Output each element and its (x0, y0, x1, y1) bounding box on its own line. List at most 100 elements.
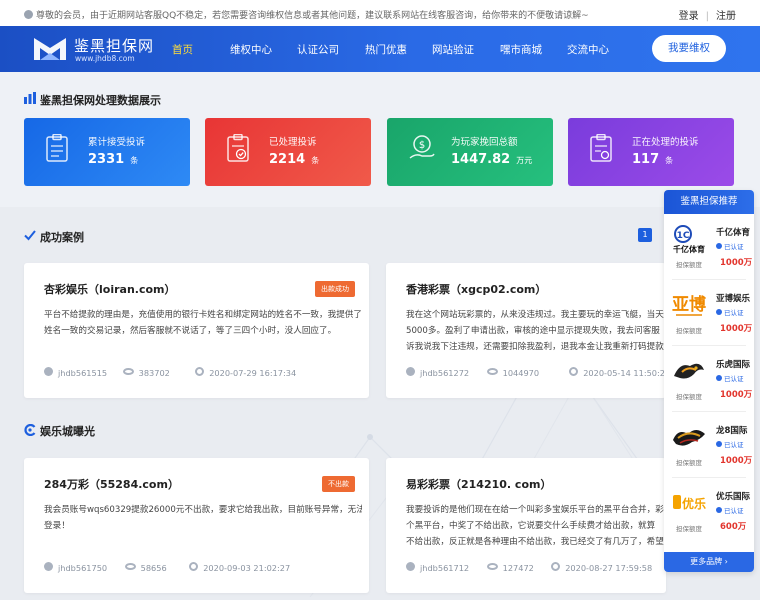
case-user: jhdb561750 (58, 562, 108, 573)
brand-item[interactable]: 乐虎国际 已认证 担保额度 1000万 (664, 346, 754, 412)
case-meta: jhdb561750 58656 2020-09-03 21:02:27 (44, 562, 290, 573)
brand-name: 千亿体育 (716, 228, 751, 238)
file-complaint-button[interactable]: 我要维权 (652, 35, 726, 62)
stat-unit: 条 (665, 156, 674, 165)
deposit-amount: 1000万 (720, 456, 753, 466)
deposit-label: 担保额度 (676, 459, 702, 467)
eye-icon (122, 368, 134, 376)
brand-logo-long8 (673, 430, 705, 446)
case-meta: jhdb561515 383702 2020-07-29 16:17:34 (44, 367, 296, 378)
register-link[interactable]: 注册 (716, 11, 736, 22)
brand-logo-text: 千亿体育 (673, 244, 705, 254)
logo-url: www.jhdb8.com (75, 54, 135, 63)
nav-item-certified-companies[interactable]: 认证公司 (297, 42, 339, 57)
money-hand-icon: $ (409, 135, 435, 159)
case-views: 1044970 (502, 367, 540, 378)
clock-icon (189, 562, 199, 572)
stat-label: 正在处理的投诉 (632, 137, 699, 148)
user-icon (44, 367, 53, 377)
nav-item-community[interactable]: 交流中心 (567, 42, 609, 57)
auth-separator: | (705, 11, 709, 22)
exposure-card[interactable]: 易彩彩票（214210. com） 我要投诉的是他们现在在给一个叫彩多宝娱乐平台… (386, 458, 666, 593)
case-body: 我要投诉的是他们现在在给一个叫彩多宝娱乐平台的黑平台合并，彩多 个黑平台，中奖了… (406, 502, 666, 550)
more-brands-label: 更多品牌 (690, 557, 723, 566)
case-time: 2020-07-29 16:17:34 (209, 367, 297, 378)
stat-card-in-progress: 正在处理的投诉 117 条 (568, 118, 734, 186)
top-notice-bar: 尊敬的会员，由于近期网站客服QQ不稳定，若您需要咨询维权信息或者其他问题，建议联… (0, 0, 760, 26)
stat-value-wrap: 2214 条 (269, 152, 319, 167)
verified-badge: 已认证 (716, 307, 744, 317)
notice: 尊敬的会员，由于近期网站客服QQ不稳定，若您需要咨询维权信息或者其他问题，建议联… (24, 8, 589, 21)
verified-badge: 已认证 (716, 439, 744, 449)
stat-value: 1447.82 (451, 152, 511, 167)
exposure-icon (24, 424, 36, 436)
verified-icon (716, 243, 722, 249)
nav-item-hot-offers[interactable]: 热门优惠 (365, 42, 407, 57)
nav-item-rights-center[interactable]: 维权中心 (230, 42, 272, 57)
more-brands-button[interactable]: 更多品牌 › (664, 552, 754, 572)
brand-item[interactable]: 亚博 亚博娱乐 已认证 担保额度 1000万 (664, 280, 754, 346)
case-user: jhdb561712 (420, 562, 470, 573)
stat-value-wrap: 1447.82 万元 (451, 152, 532, 167)
case-title: 杏彩娱乐（loiran.com） (44, 283, 176, 296)
stat-label: 累计接受投诉 (88, 137, 146, 148)
status-badge: 出款成功 (315, 281, 355, 297)
case-views: 127472 (502, 562, 534, 573)
clock-icon (551, 562, 561, 572)
exposure-card[interactable]: 284万彩（55284.com） 不出款 我会员账号wqs60329提款2600… (24, 458, 369, 593)
stat-label: 已处理投诉 (269, 137, 317, 148)
case-body-line: 我会员账号wqs60329提款26000元不出款，要求它给我出款，目前账号异常，… (44, 505, 362, 515)
verified-icon (716, 375, 722, 381)
stat-unit: 条 (130, 156, 139, 165)
nav-item-site-verify[interactable]: 网站验证 (432, 42, 474, 57)
case-body-line: 5000多。盈利了申请出款，审核的途中显示提现失败，我去问客服 (406, 326, 660, 336)
login-link[interactable]: 登录 (679, 11, 699, 22)
clock-icon (569, 367, 579, 377)
deposit-label: 担保额度 (676, 327, 702, 335)
case-time: 2020-09-03 21:02:27 (203, 562, 291, 573)
brand-name: 龙8国际 (716, 426, 748, 436)
deposit-label: 担保额度 (676, 525, 702, 533)
case-card[interactable]: 杏彩娱乐（loiran.com） 出款成功 平台不给提款的理由是，充值使用的银行… (24, 263, 369, 398)
brand-item[interactable]: 1C 千亿体育 千亿体育 已认证 担保额度 1000万 (664, 214, 754, 280)
brand-name: 乐虎国际 (716, 360, 751, 370)
user-icon (406, 562, 415, 572)
info-icon (24, 10, 33, 19)
deposit-label: 担保额度 (676, 261, 702, 269)
brand-name: 优乐国际 (716, 492, 751, 502)
stat-card-total-complaints: 累计接受投诉 2331 条 (24, 118, 190, 186)
brand-item[interactable]: 优乐 优乐国际 已认证 担保额度 600万 (664, 478, 754, 544)
main-nav: 鉴黑担保网 www.jhdb8.com 首页 维权中心 认证公司 热门优惠 网站… (0, 26, 760, 72)
case-body-line: 个黑平台，中奖了不给出款，它说要交什么手续费才给出款，就算 (406, 521, 656, 531)
clipboard-list-icon (46, 134, 68, 162)
nav-item-mall[interactable]: 嘿市商城 (500, 42, 542, 57)
stat-value-wrap: 117 条 (632, 152, 673, 167)
eye-icon (486, 368, 498, 376)
stat-card-recovered: $ 为玩家挽回总额 1447.82 万元 (387, 118, 553, 186)
exposure-title: 娱乐城曝光 (40, 425, 95, 438)
case-user: jhdb561515 (58, 367, 108, 378)
user-icon (406, 367, 415, 377)
case-body: 我在这个网站玩彩票的，从来没违规过。我主要玩的幸运飞艇，当天 5000多。盈利了… (406, 307, 666, 355)
case-time: 2020-08-27 17:59:58 (565, 562, 653, 573)
clock-icon (195, 367, 205, 377)
brand-item[interactable]: 龙8国际 已认证 担保额度 1000万 (664, 412, 754, 478)
stat-label: 为玩家挽回总额 (451, 137, 518, 148)
success-cases-title: 成功案例 (40, 231, 84, 244)
brand-logo-youle: 优乐 (673, 495, 706, 511)
stat-value: 2331 (88, 152, 125, 167)
verified-icon (716, 507, 722, 513)
case-body-line: 平台不给提款的理由是，充值使用的银行卡姓名和绑定网站的姓名不一致，我提供了 (44, 310, 362, 320)
svg-text:$: $ (419, 140, 425, 151)
verified-badge: 已认证 (716, 505, 744, 515)
verified-icon (716, 441, 722, 447)
case-card[interactable]: 香港彩票（xgcp02.com） 我在这个网站玩彩票的，从来没违规过。我主要玩的… (386, 263, 666, 398)
stat-unit: 万元 (516, 156, 533, 165)
case-body-line: 不给出款，反正就是各种理由不给出款，我已经交了有几万了，希望鉴 (406, 537, 666, 547)
site-logo[interactable]: 鉴黑担保网 www.jhdb8.com (32, 32, 153, 66)
deposit-amount: 600万 (720, 522, 747, 532)
nav-item-home[interactable]: 首页 (172, 42, 193, 57)
verified-badge: 已认证 (716, 241, 744, 251)
deposit-amount: 1000万 (720, 324, 753, 334)
success-page-indicator[interactable]: 1 (638, 228, 652, 242)
